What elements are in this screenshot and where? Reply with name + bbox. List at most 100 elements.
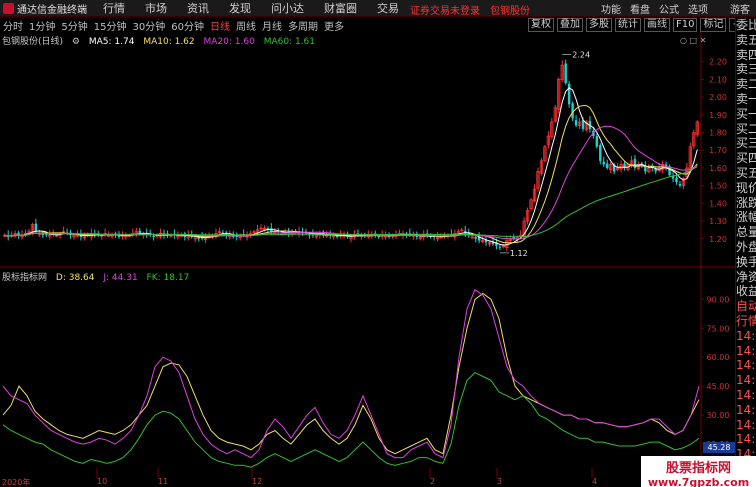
legend-ma10: MA10: 1.62: [143, 37, 195, 47]
candle-body: [602, 161, 606, 165]
high-annotation: 2.24: [572, 51, 590, 60]
candle-body: [574, 120, 578, 126]
side-panel-item: 卖一: [736, 91, 756, 106]
side-panel-item: 现价: [736, 180, 756, 195]
main-chart-legend: 包钢股份(日线) ⚙ MA5: 1.74 MA10: 1.62 MA20: 1.…: [2, 34, 321, 47]
sub-axis-label: 45.00: [707, 382, 730, 391]
side-panel-item: 14:56: [736, 417, 756, 432]
side-panel-item: 卖三: [736, 62, 756, 77]
period-1min[interactable]: 1分钟: [26, 18, 58, 33]
side-panel-item: 净资: [736, 269, 756, 284]
trade-status: 证券交易未登录: [410, 6, 480, 17]
menu-news[interactable]: 资讯: [177, 0, 219, 16]
ma60-line: [4, 166, 698, 238]
current-value-tag: 45.28: [703, 442, 735, 453]
side-panel-item: 14:56: [736, 328, 756, 343]
price-axis-label: 1.90: [709, 111, 727, 120]
quote-side-panel: 委比卖五卖四卖三卖二卖一买一买二买三买四买五现价涨跌涨幅总量外盘换手净资收益自动…: [735, 18, 756, 487]
candle-body: [675, 177, 678, 183]
menu-market[interactable]: 市场: [135, 0, 177, 16]
menu-trade[interactable]: 交易: [367, 0, 409, 16]
x-tick: 10: [97, 477, 108, 486]
candle-body: [599, 144, 602, 161]
side-panel-item: 14:56: [736, 387, 756, 402]
draw-line-button[interactable]: 画线: [644, 18, 670, 32]
logo-icon: [3, 2, 14, 14]
side-panel-item: 买一: [736, 106, 756, 121]
menu-function[interactable]: 功能: [601, 1, 621, 16]
sub-axis-label: 30.00: [707, 411, 730, 420]
indicator-chart[interactable]: 90.0075.0060.0045.0030.0015.00: [0, 268, 735, 478]
side-panel-item: 卖四: [736, 47, 756, 62]
sub-axis-label: 60.00: [707, 353, 730, 362]
square-icon[interactable]: □: [690, 36, 698, 45]
overlay-button[interactable]: 叠加: [557, 18, 583, 32]
side-panel-item: 14:56: [736, 373, 756, 388]
kline-chart[interactable]: 2.20 2.10 2.00 1.90 1.80 1.70 1.60 1.50 1.40 1.30…: [0, 32, 735, 268]
x-tick: 4: [592, 477, 598, 486]
x-tick: 11: [158, 477, 169, 486]
side-panel-item: 买三: [736, 136, 756, 151]
price-axis-label: 1.20: [709, 235, 727, 244]
candle-body: [498, 246, 502, 248]
side-panel-item: 涨幅: [736, 210, 756, 225]
period-60min[interactable]: 60分钟: [168, 18, 207, 33]
login-status: 证券交易未登录 包钢股份: [410, 2, 530, 17]
period-5min[interactable]: 5分钟: [58, 18, 90, 33]
candle-body: [117, 236, 121, 238]
low-annotation: 1.12: [510, 249, 528, 258]
kdj-d-line: [2, 292, 700, 455]
candle-body: [595, 136, 599, 147]
legend-ma20: MA20: 1.60: [203, 37, 255, 47]
period-30min[interactable]: 30分钟: [129, 18, 168, 33]
candle-body: [581, 120, 585, 129]
close-icon[interactable]: ✕: [700, 36, 707, 45]
multi-stock-button[interactable]: 多股: [586, 18, 612, 32]
side-panel-item: 卖五: [736, 32, 756, 47]
period-more[interactable]: 更多: [321, 18, 347, 33]
x-axis: 2020年 10 11 12 2 3 4: [0, 477, 735, 487]
legend-ma60: MA60: 1.61: [263, 37, 316, 47]
app-logo: 通达信金融终端: [0, 0, 93, 17]
side-panel-item: 买五: [736, 165, 756, 180]
side-panel-item: 行情: [736, 313, 756, 328]
menu-discover[interactable]: 发现: [219, 0, 261, 16]
side-panel-item: 14:56: [736, 343, 756, 358]
indicator-d: D: 38.64: [55, 273, 95, 283]
period-daily[interactable]: 日线: [207, 18, 233, 33]
ma10-line: [4, 105, 698, 244]
menu-view[interactable]: 看盘: [630, 1, 650, 16]
price-axis-label: 1.40: [709, 199, 727, 208]
period-monthly[interactable]: 月线: [259, 18, 285, 33]
price-axis-label: 2.00: [709, 93, 727, 102]
menu-options[interactable]: 选项: [688, 1, 708, 16]
menu-ask[interactable]: 问小达: [261, 0, 314, 16]
candle-body: [138, 230, 142, 234]
period-timeshare[interactable]: 分时: [0, 18, 26, 33]
menu-market-quotes[interactable]: 行情: [93, 0, 135, 16]
app-title: 通达信金融终端: [17, 4, 87, 16]
guest-user[interactable]: 游客: [730, 1, 750, 16]
chart-toolbar: 复权 叠加 多股 统计 画线 F10 标记 +自选 返回: [528, 18, 756, 32]
period-bar: 分时 1分钟 5分钟 15分钟 30分钟 60分钟 日线 周线 月线 多周期 更…: [0, 18, 756, 33]
f10-button[interactable]: F10: [673, 18, 698, 32]
candle-body: [152, 236, 155, 238]
period-weekly[interactable]: 周线: [233, 18, 259, 33]
tool-icon[interactable]: ○: [680, 36, 687, 45]
right-menu: 功能 看盘 公式 选项 游客: [592, 0, 750, 17]
period-multi[interactable]: 多周期: [285, 18, 321, 33]
menu-wealth-circle[interactable]: 财富圈: [314, 0, 367, 16]
indicator-legend: 股标指标网 D: 38.64 J: 44.31 FK: 18.17: [2, 270, 195, 283]
legend-title: 包钢股份(日线): [2, 37, 64, 47]
legend-settings-icon[interactable]: ⚙: [72, 37, 80, 47]
price-axis-label: 1.80: [709, 129, 727, 138]
statistics-button[interactable]: 统计: [615, 18, 641, 32]
restore-rights-button[interactable]: 复权: [528, 18, 554, 32]
x-tick: 3: [497, 477, 503, 486]
price-axis-label: 1.30: [709, 217, 727, 226]
candle-body: [567, 83, 571, 105]
menu-formula[interactable]: 公式: [659, 1, 679, 16]
sub-axis-label: 75.00: [707, 324, 730, 333]
mark-button[interactable]: 标记: [700, 18, 727, 32]
period-15min[interactable]: 15分钟: [91, 18, 130, 33]
